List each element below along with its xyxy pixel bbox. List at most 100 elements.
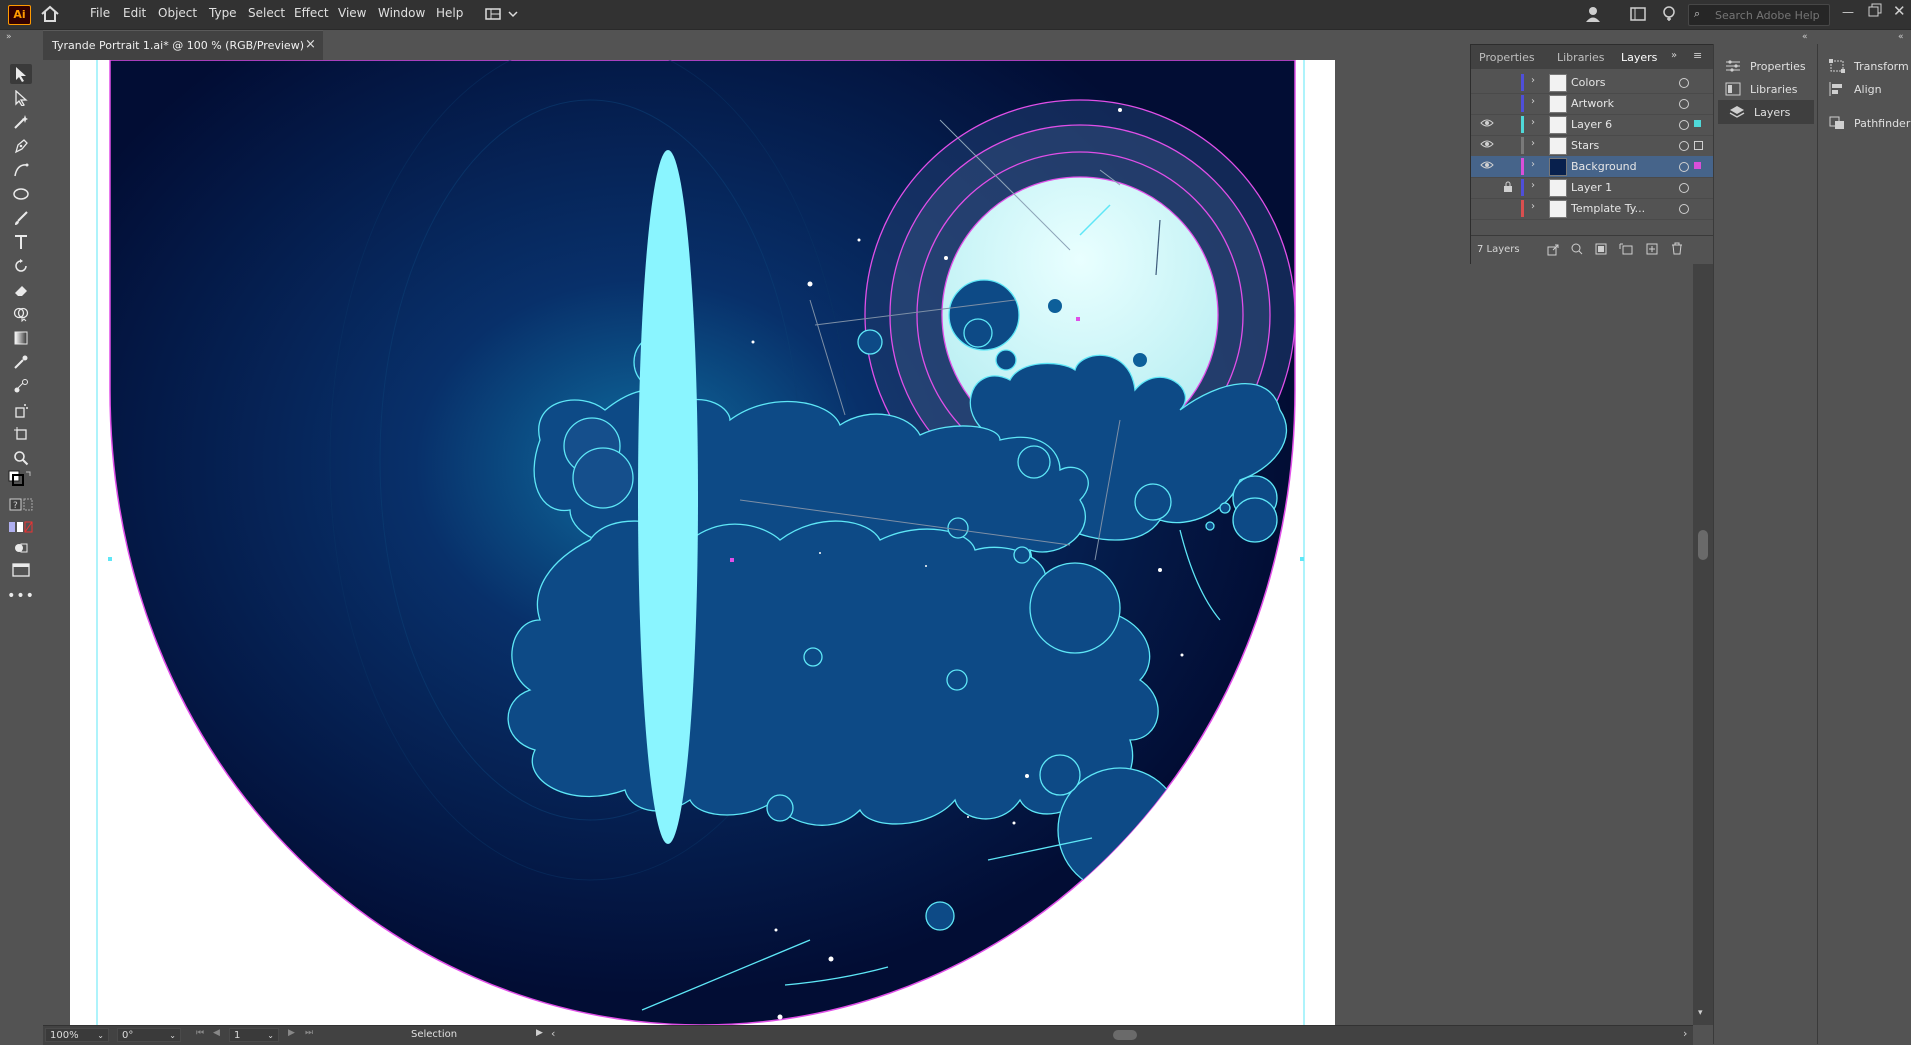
expand-chevron-icon[interactable]: › (1531, 96, 1535, 107)
dock-properties[interactable]: Properties (1714, 54, 1817, 78)
artboard-tool-icon[interactable] (10, 424, 32, 444)
color-mode-icon[interactable]: ? (8, 496, 34, 516)
new-sublayer-icon[interactable] (1619, 243, 1633, 258)
layer-row[interactable]: › Layer 1 (1471, 177, 1714, 199)
artboard-number-field[interactable]: 1 ⌄ (229, 1028, 279, 1042)
next-artboard-icon[interactable]: ▶ (288, 1028, 295, 1038)
shape-builder-tool-icon[interactable] (10, 304, 32, 324)
lock-toggle-icon[interactable] (1503, 118, 1515, 130)
dock-pathfinder[interactable]: Pathfinder (1818, 111, 1911, 135)
status-menu-icon[interactable]: ▶ (536, 1028, 543, 1038)
lock-toggle-icon[interactable] (1503, 160, 1515, 172)
home-icon[interactable] (40, 5, 60, 23)
collect-for-export-icon[interactable] (1547, 244, 1559, 259)
tab-layers[interactable]: Layers (1621, 51, 1657, 64)
help-search[interactable]: ⌕ (1688, 4, 1830, 26)
visibility-toggle-icon[interactable] (1480, 139, 1494, 151)
menu-help[interactable]: Help (436, 6, 463, 20)
layer-row[interactable]: › Background (1471, 156, 1714, 178)
eyedropper-tool-icon[interactable] (10, 352, 32, 372)
layer-target-icon[interactable] (1679, 204, 1689, 214)
pen-tool-icon[interactable] (10, 136, 32, 156)
close-tab-icon[interactable]: × (305, 37, 316, 52)
menu-select[interactable]: Select (248, 6, 285, 20)
panel-menu-icon[interactable]: ≡ (1693, 49, 1702, 62)
lightbulb-icon[interactable] (1662, 5, 1676, 23)
layer-row[interactable]: › Artwork (1471, 93, 1714, 115)
dock-transform[interactable]: Transform (1818, 54, 1911, 78)
artboard[interactable] (70, 60, 1335, 1025)
locate-object-icon[interactable] (1571, 243, 1583, 258)
panel-collapse-icon[interactable]: » (1671, 50, 1677, 61)
type-tool-icon[interactable] (10, 232, 32, 252)
expand-chevron-icon[interactable]: › (1531, 138, 1535, 149)
visibility-toggle-icon[interactable] (1480, 76, 1494, 88)
menu-file[interactable]: File (90, 6, 110, 20)
previous-artboard-icon[interactable]: ◀ (213, 1028, 220, 1038)
layer-target-icon[interactable] (1679, 162, 1689, 172)
canvas-area[interactable] (43, 60, 1693, 1025)
layer-row[interactable]: › Colors (1471, 72, 1714, 94)
workspace-switcher-icon[interactable] (485, 6, 521, 22)
tab-properties[interactable]: Properties (1479, 51, 1535, 64)
dock-layers[interactable]: Layers (1718, 100, 1814, 124)
help-search-input[interactable] (1713, 6, 1829, 24)
lock-toggle-icon[interactable] (1503, 202, 1515, 214)
layer-target-icon[interactable] (1679, 141, 1689, 151)
menu-type[interactable]: Type (209, 6, 237, 20)
gradient-tool-icon[interactable] (10, 328, 32, 348)
dock-align[interactable]: Align (1818, 77, 1911, 101)
paintbrush-tool-icon[interactable] (10, 208, 32, 228)
fill-options-icon[interactable] (8, 520, 34, 534)
zoom-tool-icon[interactable] (10, 448, 32, 468)
last-artboard-icon[interactable]: ⏭ (305, 1028, 313, 1038)
visibility-toggle-icon[interactable] (1480, 181, 1494, 193)
layer-row[interactable]: › Stars (1471, 135, 1714, 157)
zoom-dropdown-icon[interactable]: ⌄ (97, 1029, 104, 1043)
lock-toggle-icon[interactable] (1503, 76, 1515, 88)
close-window-icon[interactable]: ✕ (1893, 2, 1907, 20)
rotate-tool-icon[interactable] (10, 256, 32, 276)
dock-libraries[interactable]: Libraries (1714, 77, 1817, 101)
visibility-toggle-icon[interactable] (1480, 118, 1494, 130)
tab-libraries[interactable]: Libraries (1557, 51, 1605, 64)
visibility-toggle-icon[interactable] (1480, 97, 1494, 109)
expand-chevron-icon[interactable]: › (1531, 159, 1535, 170)
layer-row[interactable]: › Template Ty... (1471, 198, 1714, 220)
blend-tool-icon[interactable] (10, 376, 32, 396)
rotation-dropdown-icon[interactable]: ⌄ (169, 1029, 176, 1043)
screen-mode-icon[interactable] (10, 560, 32, 580)
artboard-dropdown-icon[interactable]: ⌄ (267, 1029, 274, 1043)
ellipse-tool-icon[interactable] (10, 184, 32, 204)
menu-window[interactable]: Window (378, 6, 425, 20)
lock-toggle-icon[interactable] (1503, 181, 1515, 193)
restore-window-icon[interactable] (1868, 3, 1882, 19)
scroll-down-icon[interactable]: ▾ (1698, 1008, 1703, 1018)
lock-toggle-icon[interactable] (1503, 139, 1515, 151)
expand-chevron-icon[interactable]: › (1531, 117, 1535, 128)
magic-wand-tool-icon[interactable] (10, 112, 32, 132)
eraser-tool-icon[interactable] (10, 280, 32, 300)
expand-chevron-icon[interactable]: › (1531, 201, 1535, 212)
rotation-field[interactable]: 0° ⌄ (117, 1028, 181, 1042)
first-artboard-icon[interactable]: ⏮ (196, 1028, 204, 1038)
user-icon[interactable] (1584, 5, 1602, 23)
dock-collapse-icon[interactable]: « (1802, 32, 1808, 42)
layer-target-icon[interactable] (1679, 78, 1689, 88)
scroll-right-icon[interactable]: › (1683, 1027, 1687, 1040)
symbol-sprayer-tool-icon[interactable] (10, 400, 32, 420)
layer-target-icon[interactable] (1679, 120, 1689, 130)
zoom-field[interactable]: 100% ⌄ (45, 1028, 109, 1042)
arrange-documents-icon[interactable] (1630, 7, 1646, 21)
make-clipping-mask-icon[interactable] (1595, 243, 1607, 258)
new-layer-icon[interactable] (1646, 243, 1658, 258)
expand-chevron-icon[interactable]: › (1531, 180, 1535, 191)
menu-view[interactable]: View (338, 6, 366, 20)
delete-layer-icon[interactable] (1671, 242, 1683, 258)
expand-chevron-icon[interactable]: › (1531, 75, 1535, 86)
horizontal-scroll-thumb[interactable] (1113, 1030, 1137, 1040)
fill-stroke-swatch-icon[interactable] (8, 470, 34, 492)
layer-row[interactable]: › Layer 6 (1471, 114, 1714, 136)
document-tab[interactable]: Tyrande Portrait 1.ai* @ 100 % (RGB/Prev… (43, 30, 323, 61)
dock2-collapse-icon[interactable]: « (1898, 32, 1904, 42)
